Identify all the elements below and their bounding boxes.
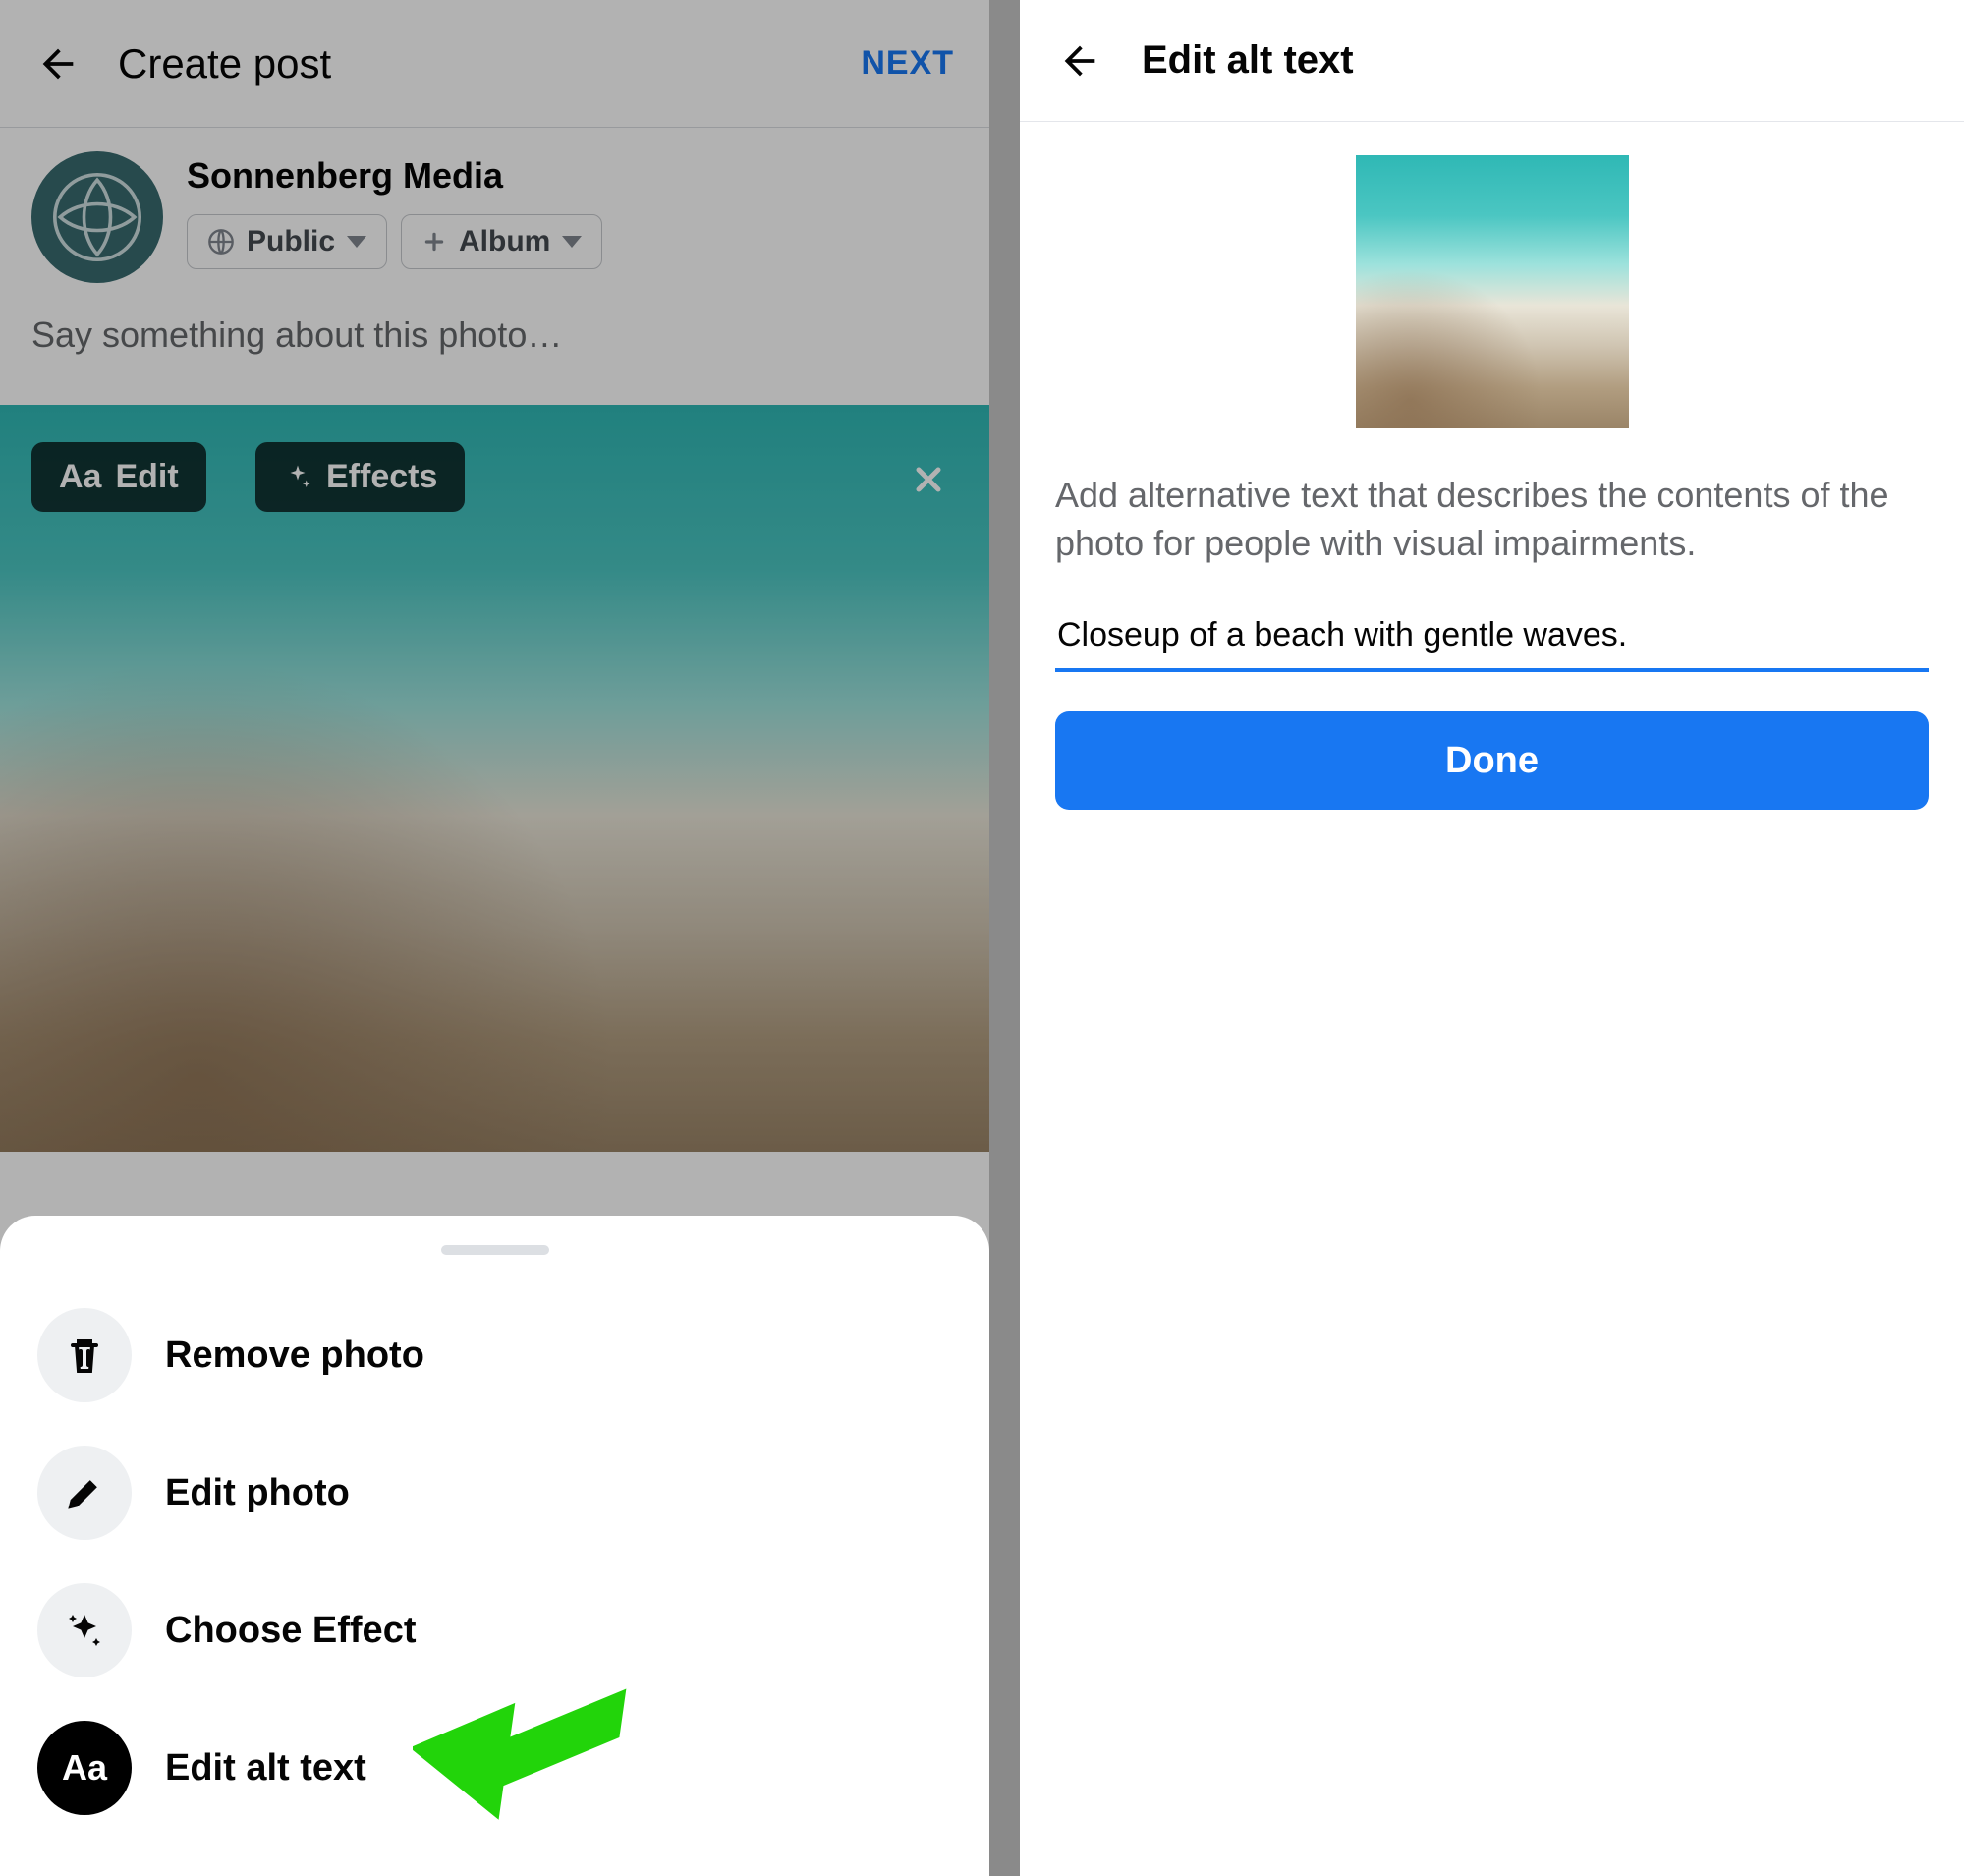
choose-effect-item[interactable]: Choose Effect — [37, 1562, 952, 1699]
alt-text-aa-icon: Aa — [37, 1721, 132, 1815]
trash-icon — [37, 1308, 132, 1402]
pane-divider — [989, 0, 1020, 1876]
edit-photo-item[interactable]: Edit photo — [37, 1424, 952, 1562]
pencil-icon — [37, 1446, 132, 1540]
sheet-drag-handle[interactable] — [441, 1245, 549, 1255]
remove-photo-item[interactable]: Remove photo — [37, 1286, 952, 1424]
edit-alt-text-screen: Edit alt text Add alternative text that … — [1020, 0, 1964, 1876]
alt-text-description: Add alternative text that describes the … — [1055, 472, 1929, 567]
page-title: Edit alt text — [1142, 38, 1354, 83]
done-button[interactable]: Done — [1055, 711, 1929, 810]
sparkle-icon — [37, 1583, 132, 1677]
edit-alt-text-item[interactable]: Aa Edit alt text — [37, 1699, 952, 1837]
create-post-screen: Create post NEXT Sonnenberg Media Public — [0, 0, 989, 1876]
back-arrow-icon[interactable] — [1057, 38, 1102, 84]
photo-thumbnail — [1356, 155, 1629, 428]
photo-action-sheet: Remove photo Edit photo Choose Effect Aa… — [0, 1216, 989, 1876]
alt-text-header: Edit alt text — [1020, 0, 1964, 122]
alt-text-input[interactable] — [1055, 610, 1929, 672]
